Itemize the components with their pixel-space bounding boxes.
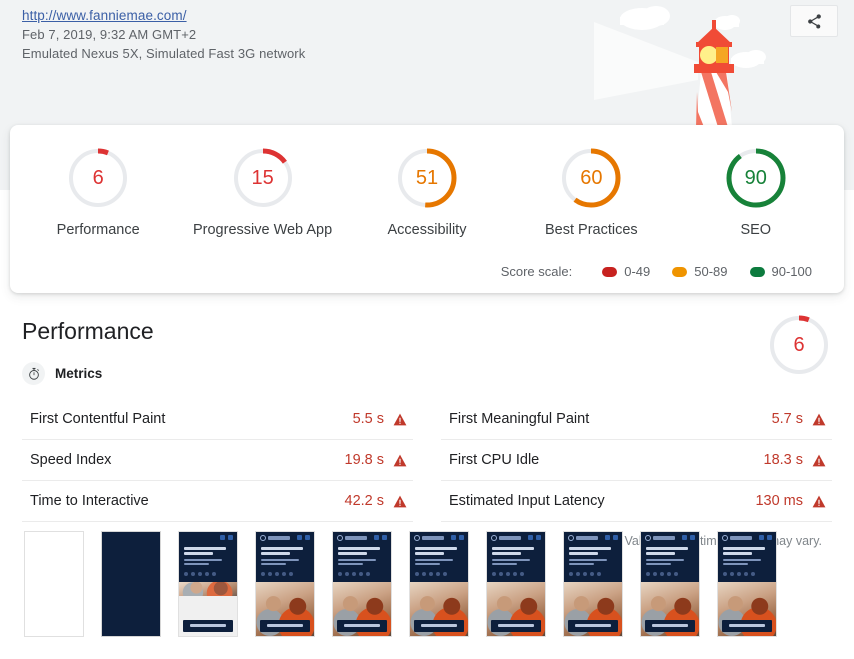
- filmstrip-frame[interactable]: [255, 531, 315, 637]
- metric-value: 42.2 s: [344, 493, 385, 509]
- filmstrip-cta-bar: [491, 620, 541, 632]
- metric-value: 5.5 s: [352, 411, 384, 427]
- report-metadata: http://www.fanniemae.com/ Feb 7, 2019, 9…: [22, 6, 305, 63]
- metric-name: Time to Interactive: [30, 493, 149, 509]
- filmstrip-cta-bar: [722, 620, 772, 632]
- metrics-header: Metrics: [22, 362, 832, 385]
- gauge-value: 51: [415, 167, 439, 189]
- filmstrip-cta-bar: [414, 620, 464, 632]
- metrics-title: Metrics: [55, 366, 103, 381]
- metric-result: 5.7 s: [772, 411, 832, 427]
- metric-name: First CPU Idle: [449, 452, 540, 468]
- legend-item-fail: 0-49: [602, 264, 650, 279]
- metric-result: 5.5 s: [353, 411, 413, 427]
- filmstrip-frame[interactable]: [24, 531, 84, 637]
- performance-section: Performance 6 Metrics First Contentful P…: [0, 300, 854, 548]
- report-timestamp: Feb 7, 2019, 9:32 AM GMT+2: [22, 27, 197, 42]
- metric-value: 130 ms: [755, 493, 803, 509]
- filmstrip-frame[interactable]: [332, 531, 392, 637]
- metric-value: 5.7 s: [771, 411, 803, 427]
- filmstrip-cta-bar: [183, 620, 233, 632]
- legend-dot-green: [749, 266, 765, 277]
- metric-row-time-to-interactive[interactable]: Time to Interactive 42.2 s: [22, 481, 413, 522]
- filmstrip-cta-bar: [568, 620, 618, 632]
- gauge-value: 15: [251, 167, 274, 189]
- metric-name: Speed Index: [30, 452, 112, 468]
- filmstrip-cta-bar: [260, 620, 310, 632]
- gauge-label: Accessibility: [387, 222, 467, 238]
- warning-triangle-icon: [393, 495, 407, 507]
- gauge-ring: 90: [725, 147, 787, 209]
- score-scale-label: Score scale:: [500, 264, 573, 279]
- metrics-grid: First Contentful Paint 5.5 s First Meani…: [22, 399, 832, 522]
- metric-row-first-cpu-idle[interactable]: First CPU Idle 18.3 s: [441, 440, 832, 481]
- legend-item-pass: 90-100: [749, 264, 812, 279]
- legend-label-average: 50-89: [694, 264, 728, 279]
- legend-label-fail: 0-49: [624, 264, 651, 279]
- screenshot-filmstrip: [0, 531, 854, 637]
- gauge-label: Progressive Web App: [192, 222, 333, 238]
- metric-name: First Meaningful Paint: [449, 411, 590, 427]
- legend-label-pass: 90-100: [771, 264, 812, 279]
- filmstrip-frame[interactable]: [640, 531, 700, 637]
- gauge-ring: 51: [396, 147, 458, 209]
- score-gauge-accessibility[interactable]: 51 Accessibility: [347, 147, 507, 238]
- filmstrip-frame[interactable]: [717, 531, 777, 637]
- gauge-value: 90: [744, 167, 767, 189]
- gauge-value: 60: [580, 167, 603, 189]
- performance-section-gauge: 6: [768, 314, 830, 376]
- share-button[interactable]: [790, 5, 838, 37]
- filmstrip-frame[interactable]: [409, 531, 469, 637]
- warning-triangle-icon: [393, 454, 407, 466]
- audited-url-link[interactable]: http://www.fanniemae.com/: [22, 6, 305, 25]
- metric-row-estimated-input-latency[interactable]: Estimated Input Latency 130 ms: [441, 481, 832, 522]
- warning-triangle-icon: [393, 413, 407, 425]
- metric-row-first-meaningful-paint[interactable]: First Meaningful Paint 5.7 s: [441, 399, 832, 440]
- gauge-ring: 15: [232, 147, 294, 209]
- score-gauges: 6 Performance 15 Progressive Web App 51 …: [10, 147, 844, 238]
- warning-triangle-icon: [812, 495, 826, 507]
- score-gauge-best-practices[interactable]: 60 Best Practices: [511, 147, 671, 238]
- metric-row-speed-index[interactable]: Speed Index 19.8 s: [22, 440, 413, 481]
- legend-dot-red: [602, 266, 618, 277]
- gauge-label: Best Practices: [545, 222, 638, 238]
- metric-name: Estimated Input Latency: [449, 493, 605, 509]
- gauge-label: SEO: [740, 222, 772, 238]
- metric-result: 42.2 s: [345, 493, 414, 509]
- warning-triangle-icon: [812, 454, 826, 466]
- metric-result: 130 ms: [755, 493, 832, 509]
- filmstrip-frame[interactable]: [178, 531, 238, 637]
- share-icon: [807, 13, 821, 29]
- score-gauge-performance[interactable]: 6 Performance: [18, 147, 178, 238]
- score-gauge-progressive-web-app[interactable]: 15 Progressive Web App: [183, 147, 343, 238]
- metric-row-first-contentful-paint[interactable]: First Contentful Paint 5.5 s: [22, 399, 413, 440]
- scores-card: 6 Performance 15 Progressive Web App 51 …: [10, 125, 844, 293]
- score-scale-legend: Score scale: 0-49 50-89 90-100: [10, 238, 844, 281]
- gauge-ring: 6: [67, 147, 129, 209]
- legend-dot-orange: [672, 266, 688, 277]
- report-environment: Emulated Nexus 5X, Simulated Fast 3G net…: [22, 46, 306, 61]
- filmstrip-frame[interactable]: [101, 531, 161, 637]
- stopwatch-icon: [22, 362, 45, 385]
- performance-gauge-value: 6: [793, 334, 805, 356]
- metric-result: 18.3 s: [764, 452, 833, 468]
- legend-item-average: 50-89: [672, 264, 728, 279]
- filmstrip-frame[interactable]: [563, 531, 623, 637]
- gauge-ring: 60: [560, 147, 622, 209]
- metric-value: 18.3 s: [763, 452, 804, 468]
- filmstrip-frame[interactable]: [486, 531, 546, 637]
- metric-name: First Contentful Paint: [30, 411, 166, 427]
- gauge-value: 6: [92, 167, 104, 189]
- gauge-label: Performance: [56, 222, 140, 238]
- filmstrip-cta-bar: [645, 620, 695, 632]
- performance-title: Performance: [22, 318, 154, 344]
- lighthouse-report: http://www.fanniemae.com/ Feb 7, 2019, 9…: [0, 0, 854, 659]
- metric-value: 19.8 s: [344, 452, 385, 468]
- score-gauge-seo[interactable]: 90 SEO: [676, 147, 836, 238]
- warning-triangle-icon: [812, 413, 826, 425]
- metric-result: 19.8 s: [345, 452, 414, 468]
- filmstrip-cta-bar: [337, 620, 387, 632]
